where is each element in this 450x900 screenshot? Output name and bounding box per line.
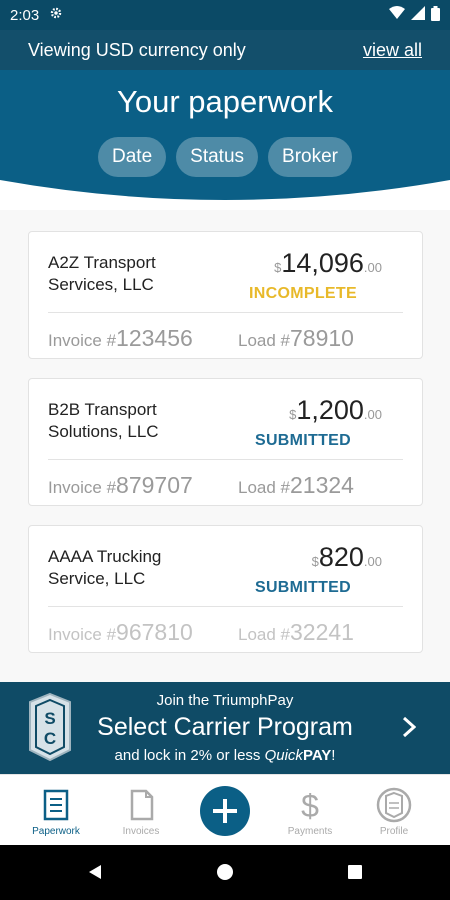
divider	[48, 459, 403, 460]
paperwork-icon	[43, 789, 69, 821]
add-paperwork-button[interactable]	[200, 786, 250, 836]
load-label: Load #	[238, 331, 290, 350]
load-number: Load #32241	[238, 619, 354, 646]
profile-badge-icon	[376, 787, 412, 823]
status-badge: SUBMITTED	[254, 432, 352, 449]
amount-cents: .00	[363, 554, 382, 569]
filter-status-button[interactable]: Status	[176, 137, 259, 177]
invoice-number: Invoice #967810	[48, 619, 193, 646]
svg-text:$: $	[301, 788, 319, 823]
nav-label: Payments	[287, 826, 333, 837]
amount-whole: 820	[318, 542, 364, 572]
promo-pay-text: PAY	[302, 747, 332, 764]
status-bar: 2:03	[0, 0, 450, 30]
paperwork-card[interactable]: A2Z Transport Services, LLC $14,096.00 I…	[28, 231, 423, 359]
amount-whole: 14,096	[281, 248, 364, 278]
load-label: Load #	[238, 625, 290, 644]
plus-icon	[213, 799, 237, 823]
nav-label: Invoices	[122, 826, 160, 837]
invoice-value: 967810	[116, 619, 193, 645]
divider	[48, 312, 403, 313]
promo-quick-text: Quick	[264, 747, 303, 764]
load-number: Load #78910	[238, 325, 354, 352]
promo-line3-suffix: !	[331, 747, 336, 764]
amount-whole: 1,200	[296, 395, 364, 425]
nav-paperwork[interactable]: Paperwork	[11, 775, 101, 846]
amount-cents: .00	[363, 260, 382, 275]
battery-icon	[431, 5, 440, 25]
chevron-right-icon	[402, 712, 417, 746]
currency-notice-bar: Viewing USD currency only view all	[0, 30, 450, 70]
load-label: Load #	[238, 478, 290, 497]
load-value: 78910	[290, 325, 354, 351]
select-carrier-promo-banner[interactable]: S C Join the TriumphPay Select Carrier P…	[0, 682, 450, 774]
promo-line1: Join the TriumphPay	[156, 692, 294, 709]
invoice-label: Invoice #	[48, 331, 117, 350]
divider	[48, 606, 403, 607]
dollar-icon: $	[301, 788, 319, 823]
status-time: 2:03	[10, 6, 40, 24]
filter-date-button[interactable]: Date	[98, 137, 167, 177]
paperwork-card[interactable]: AAAA Trucking Service, LLC $820.00 SUBMI…	[28, 525, 423, 653]
system-nav-bar	[0, 845, 450, 900]
promo-line3-text: and lock in 2% or less	[114, 747, 265, 764]
filter-chips: Date Status Broker	[0, 137, 450, 177]
currency-symbol: $	[311, 554, 319, 569]
company-name-line: Services, LLC	[48, 275, 154, 294]
header: Your paperwork Date Status Broker	[0, 70, 450, 210]
nav-profile[interactable]: Profile	[349, 775, 439, 846]
promo-line2: Select Carrier Program	[97, 713, 353, 741]
wifi-icon	[389, 6, 405, 24]
invoice-label: Invoice #	[48, 478, 117, 497]
status-badge: SUBMITTED	[254, 579, 352, 596]
nav-invoices[interactable]: Invoices	[96, 775, 186, 846]
company-name-line: AAAA Trucking	[48, 547, 162, 566]
invoice-number: Invoice #123456	[48, 325, 193, 352]
company-name: A2Z Transport Services, LLC	[48, 252, 238, 296]
invoice-value: 123456	[116, 325, 193, 351]
amount: $1,200.00	[289, 395, 382, 426]
invoice-number: Invoice #879707	[48, 472, 193, 499]
load-value: 21324	[290, 472, 354, 498]
promo-line3: and lock in 2% or less QuickPAY!	[0, 747, 450, 764]
company-name: B2B Transport Solutions, LLC	[48, 399, 238, 443]
company-name: AAAA Trucking Service, LLC	[48, 546, 238, 590]
amount: $14,096.00	[274, 248, 382, 279]
bottom-nav: Paperwork Invoices $ Payments Profile	[0, 774, 450, 845]
currency-message: Viewing USD currency only	[28, 39, 246, 60]
signal-icon	[411, 6, 425, 24]
paperwork-list: A2Z Transport Services, LLC $14,096.00 I…	[0, 210, 450, 682]
page-title: Your paperwork	[117, 84, 333, 119]
load-value: 32241	[290, 619, 354, 645]
company-name-line: A2Z Transport	[48, 253, 156, 272]
recents-icon[interactable]	[348, 865, 362, 879]
company-name-line: B2B Transport	[48, 400, 157, 419]
filter-broker-button[interactable]: Broker	[268, 137, 352, 177]
back-icon[interactable]	[89, 865, 101, 879]
invoice-icon	[130, 789, 154, 821]
amount: $820.00	[312, 542, 382, 573]
view-all-link[interactable]: view all	[363, 40, 422, 61]
status-badge: INCOMPLETE	[249, 285, 357, 302]
home-icon[interactable]	[217, 864, 233, 880]
invoice-value: 879707	[116, 472, 193, 498]
company-name-line: Service, LLC	[48, 569, 146, 588]
amount-cents: .00	[363, 407, 382, 422]
nav-payments[interactable]: $ Payments	[265, 775, 355, 846]
company-name-line: Solutions, LLC	[48, 422, 159, 441]
nav-label: Paperwork	[32, 826, 80, 837]
settings-gear-icon	[49, 6, 63, 24]
paperwork-card[interactable]: B2B Transport Solutions, LLC $1,200.00 S…	[28, 378, 423, 506]
nav-label: Profile	[379, 826, 409, 837]
load-number: Load #21324	[238, 472, 354, 499]
invoice-label: Invoice #	[48, 625, 117, 644]
